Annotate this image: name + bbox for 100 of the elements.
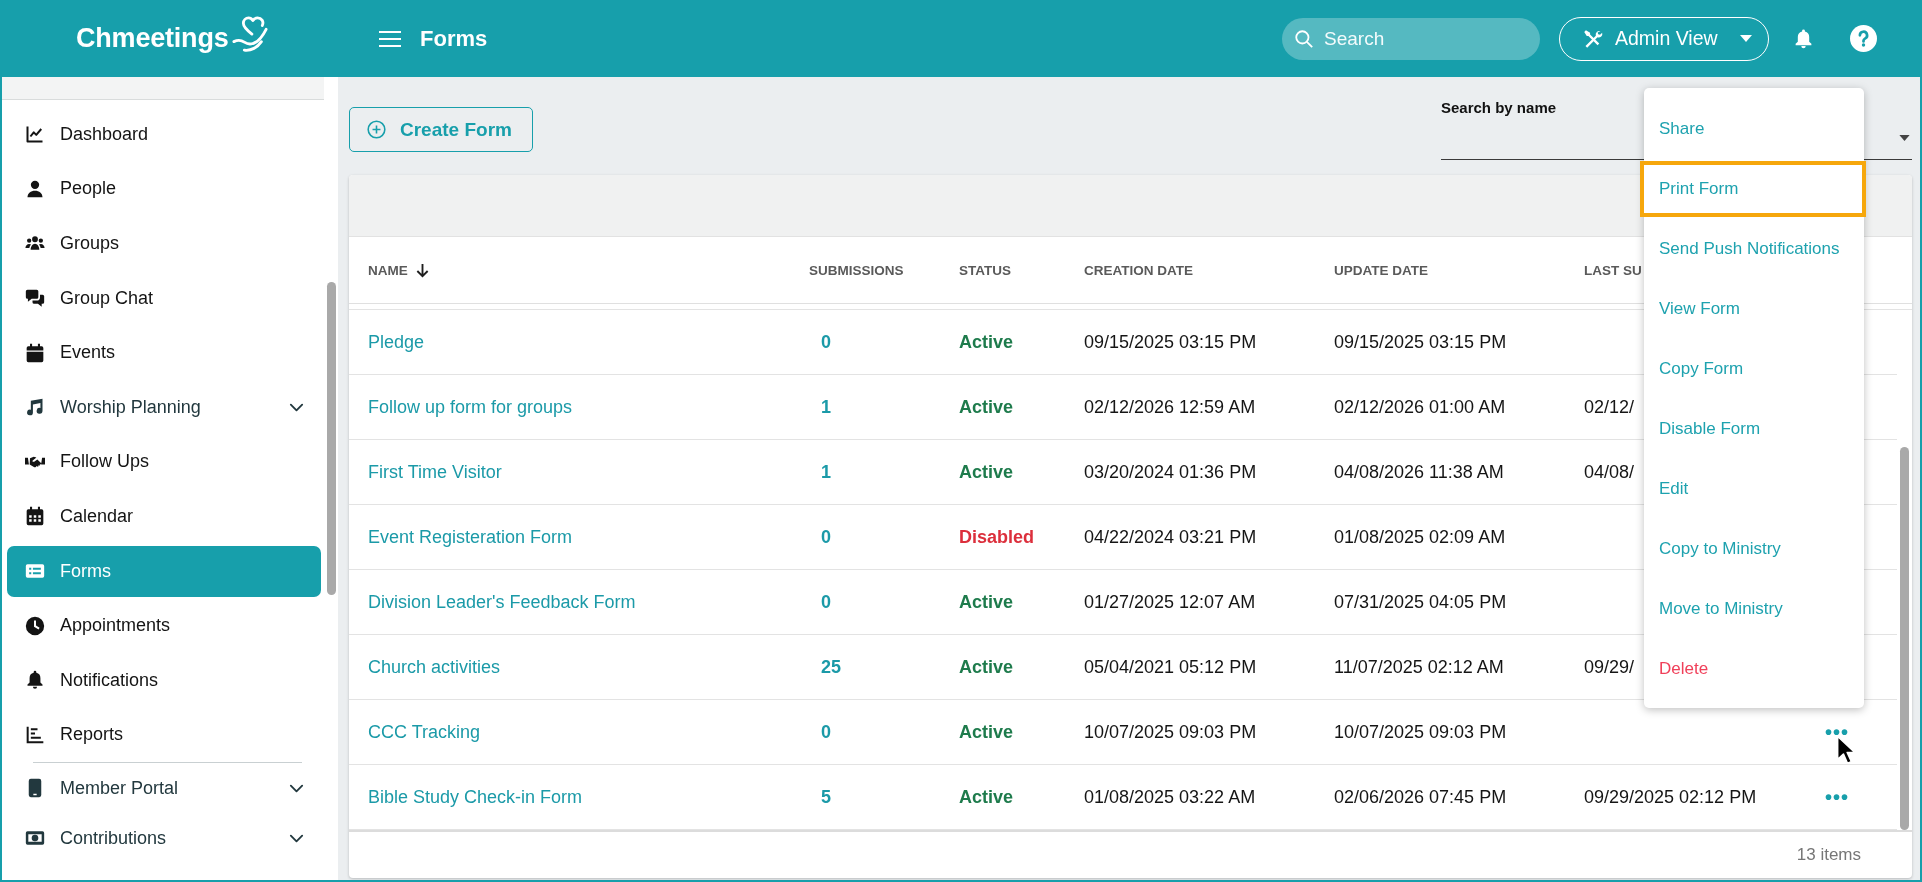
sidebar-item[interactable]: Appointments xyxy=(7,600,321,652)
page-title: Forms xyxy=(420,25,488,52)
create-form-button[interactable]: Create Form xyxy=(349,107,533,152)
column-header[interactable]: NAME xyxy=(368,262,430,278)
sidebar-item[interactable]: Notifications xyxy=(7,654,321,706)
menu-item[interactable]: Print Form xyxy=(1640,161,1866,217)
heart-hand-icon xyxy=(231,15,268,54)
more-actions-button[interactable]: ••• xyxy=(1825,787,1849,807)
menu-item[interactable]: Copy to Ministry xyxy=(1644,519,1864,579)
bar-chart-icon xyxy=(25,724,45,745)
menu-item[interactable]: Edit xyxy=(1644,459,1864,519)
creation-date: 03/20/2024 01:36 PM xyxy=(1084,461,1257,482)
menu-item[interactable]: Move to Ministry xyxy=(1644,579,1864,639)
bell-icon[interactable] xyxy=(1793,26,1814,51)
submission-count-link[interactable]: 0 xyxy=(821,526,831,547)
update-date: 01/08/2025 02:09 AM xyxy=(1334,526,1506,547)
status-label: Active xyxy=(959,331,1014,352)
form-name-link[interactable]: First Time Visitor xyxy=(368,461,502,482)
status-label: Active xyxy=(959,461,1014,482)
update-date: 09/15/2025 03:15 PM xyxy=(1334,331,1507,352)
arrow-down-icon xyxy=(414,262,430,278)
calendar-grid-icon xyxy=(25,506,45,527)
search-icon xyxy=(1295,29,1313,48)
scrollbar-thumb[interactable] xyxy=(327,282,336,595)
last-submission-date: 02/12/ xyxy=(1584,396,1635,417)
form-name-link[interactable]: Event Registeration Form xyxy=(368,526,573,547)
creation-date: 05/04/2021 05:12 PM xyxy=(1084,656,1257,677)
column-header[interactable]: SUBMISSIONS xyxy=(809,262,904,278)
help-icon[interactable] xyxy=(1850,25,1877,52)
column-header[interactable]: LAST SU xyxy=(1584,262,1642,278)
last-submission-date: 09/29/2025 02:12 PM xyxy=(1584,786,1757,807)
form-name-link[interactable]: Pledge xyxy=(368,331,425,352)
crossed-tools-icon xyxy=(1583,28,1603,49)
creation-date: 01/27/2025 12:07 AM xyxy=(1084,591,1256,612)
caret-down-icon xyxy=(1899,135,1910,141)
sidebar-item[interactable]: Groups xyxy=(7,218,321,269)
sidebar-item[interactable]: Worship Planning xyxy=(7,381,321,433)
column-header[interactable]: UPDATE DATE xyxy=(1334,262,1428,278)
status-label: Active xyxy=(959,396,1014,417)
submission-count-link[interactable]: 1 xyxy=(821,461,831,482)
last-submission-date: 09/29/ xyxy=(1584,656,1635,677)
music-note-icon xyxy=(25,397,45,418)
sidebar-item[interactable]: Reports xyxy=(7,709,321,761)
submission-count-link[interactable]: 0 xyxy=(821,591,831,612)
submission-count-link[interactable]: 1 xyxy=(821,396,831,417)
status-label: Active xyxy=(959,786,1014,807)
status-label: Active xyxy=(959,721,1014,742)
person-icon xyxy=(25,178,45,199)
status-label: Active xyxy=(959,591,1014,612)
submission-count-link[interactable]: 25 xyxy=(821,656,842,677)
status-label: Active xyxy=(959,656,1014,677)
item-count: 13 items xyxy=(1796,845,1861,865)
creation-date: 02/12/2026 12:59 AM xyxy=(1084,396,1256,417)
form-name-link[interactable]: Bible Study Check-in Form xyxy=(368,786,583,807)
sidebar-item[interactable]: Member Portal xyxy=(7,765,321,812)
menu-item[interactable]: Disable Form xyxy=(1644,399,1864,459)
update-date: 04/08/2026 11:38 AM xyxy=(1334,461,1504,482)
update-date: 02/06/2026 07:45 PM xyxy=(1334,786,1507,807)
form-name-link[interactable]: CCC Tracking xyxy=(368,721,481,742)
scrollbar-thumb[interactable] xyxy=(1900,447,1909,830)
submission-count-link[interactable]: 0 xyxy=(821,331,831,352)
sidebar-item[interactable]: Group Chat xyxy=(7,272,321,324)
creation-date: 09/15/2025 03:15 PM xyxy=(1084,331,1257,352)
form-name-link[interactable]: Church activities xyxy=(368,656,501,677)
update-date: 02/12/2026 01:00 AM xyxy=(1334,396,1506,417)
calendar-icon xyxy=(25,342,45,363)
plus-circle-icon xyxy=(367,120,386,139)
update-date: 10/07/2025 09:03 PM xyxy=(1334,721,1507,742)
last-submission-date: 04/08/ xyxy=(1584,461,1635,482)
sidebar-item[interactable]: Events xyxy=(7,327,321,379)
sidebar-item[interactable]: People xyxy=(7,163,321,215)
chat-bubbles-icon xyxy=(25,288,45,309)
menu-item[interactable]: Send Push Notifications xyxy=(1644,219,1864,279)
sidebar-item[interactable]: Dashboard xyxy=(7,108,321,160)
menu-item[interactable]: Copy Form xyxy=(1644,339,1864,399)
creation-date: 01/08/2025 03:22 AM xyxy=(1084,786,1256,807)
line-chart-icon xyxy=(25,124,45,145)
menu-item[interactable]: View Form xyxy=(1644,279,1864,339)
more-actions-button[interactable]: ••• xyxy=(1825,722,1849,742)
form-name-link[interactable]: Division Leader's Feedback Form xyxy=(368,591,636,612)
form-name-link[interactable]: Follow up form for groups xyxy=(368,396,573,417)
clock-icon xyxy=(25,615,45,636)
sidebar-item[interactable]: Follow Ups xyxy=(7,436,321,488)
bell-icon xyxy=(25,670,45,691)
submission-count-link[interactable]: 5 xyxy=(821,786,831,807)
column-header[interactable]: STATUS xyxy=(959,262,1011,278)
menu-icon[interactable] xyxy=(379,29,401,48)
caret-down-icon xyxy=(1740,35,1752,42)
update-date: 11/07/2025 02:12 AM xyxy=(1334,656,1504,677)
sidebar-item[interactable]: Contributions xyxy=(7,815,321,862)
sidebar-item[interactable]: Calendar xyxy=(7,490,321,542)
sidebar-item[interactable]: Forms xyxy=(7,545,321,597)
update-date: 07/31/2025 04:05 PM xyxy=(1334,591,1507,612)
status-label: Disabled xyxy=(959,526,1035,547)
submission-count-link[interactable]: 0 xyxy=(821,721,831,742)
creation-date: 04/22/2024 03:21 PM xyxy=(1084,526,1257,547)
menu-item[interactable]: Delete xyxy=(1644,639,1864,699)
menu-item[interactable]: Share xyxy=(1644,99,1864,159)
column-header[interactable]: CREATION DATE xyxy=(1084,262,1193,278)
logo-text: Chmeetings xyxy=(76,23,229,54)
